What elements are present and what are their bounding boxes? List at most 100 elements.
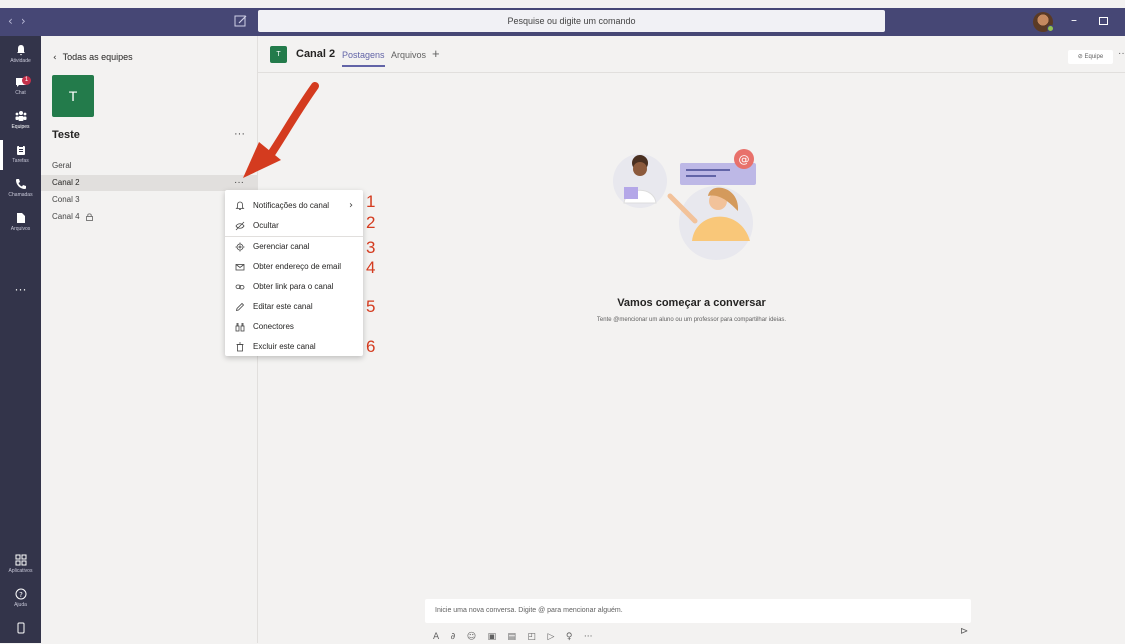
rail-item-device[interactable]: [0, 622, 41, 634]
forward-arrow-icon[interactable]: ›: [21, 14, 34, 28]
meet-icon[interactable]: ◰: [528, 632, 537, 642]
annotation-number: 4: [366, 258, 376, 277]
rail-item-chat[interactable]: 1 Chat: [0, 76, 41, 96]
svg-text:@: @: [739, 153, 750, 166]
menu-item-edit[interactable]: Editar este canal: [225, 297, 363, 317]
more-icon[interactable]: ···: [584, 632, 593, 642]
menu-label: Obter endereço de email: [253, 262, 342, 271]
compose-icon[interactable]: [234, 14, 248, 28]
rail-item-help[interactable]: ? Ajuda: [0, 588, 41, 608]
compose-toolbar: A ∂ ☺ ▣ ▤ ◰ ▷ ♀ ···: [433, 626, 600, 642]
annotation-number: 2: [366, 213, 376, 232]
menu-item-email[interactable]: Obter endereço de email: [225, 257, 363, 277]
trash-icon: [236, 342, 244, 352]
rail-label: Chat: [15, 90, 26, 96]
annotation-number: 1: [366, 192, 376, 211]
rail-item-teams[interactable]: Equipes: [0, 110, 41, 130]
minimize-button[interactable]: –: [1071, 13, 1077, 27]
bell-icon: [235, 201, 245, 210]
mail-icon: [235, 264, 245, 271]
menu-label: Notificações do canal: [253, 201, 330, 210]
rail-item-activity[interactable]: Atividade: [0, 44, 41, 64]
channel-avatar: T: [270, 46, 287, 63]
connectors-icon: [235, 323, 245, 332]
channel-label: Canal 4: [52, 212, 80, 221]
compose-placeholder: Inicie uma nova conversa. Digite @ para …: [435, 607, 623, 614]
annotation-number: 3: [366, 238, 376, 257]
channel-header: T Canal 2 Postagens Arquivos + ⊘ Equipe …: [258, 36, 1125, 73]
link-icon: [235, 284, 245, 290]
title-bar: ‹› Pesquise ou digite um comando –: [0, 8, 1125, 36]
menu-label: Ocultar: [253, 221, 279, 230]
chat-badge: 1: [22, 76, 31, 85]
team-button[interactable]: ⊘ Equipe: [1068, 50, 1113, 64]
menu-item-connectors[interactable]: Conectores: [225, 317, 363, 337]
annotation-arrow-icon: [243, 82, 319, 178]
gear-icon: [235, 242, 245, 252]
channel-title: Canal 2: [296, 48, 336, 60]
chevron-right-icon: ›: [349, 200, 353, 211]
more-apps-button[interactable]: ···: [0, 282, 41, 296]
menu-item-notifications[interactable]: Notificações do canal ›: [225, 196, 363, 216]
gif-icon[interactable]: ▣: [488, 632, 497, 642]
search-placeholder: Pesquise ou digite um comando: [507, 16, 636, 26]
hide-icon: [235, 221, 245, 231]
header-more-button[interactable]: ···: [1118, 48, 1125, 59]
stream-icon[interactable]: ▷: [547, 632, 554, 642]
presence-status-icon: [1047, 25, 1054, 32]
welcome-title: Vamos começar a conversar: [617, 297, 766, 309]
rail-item-files[interactable]: Arquivos: [0, 212, 41, 232]
menu-label: Editar este canal: [253, 302, 313, 311]
back-to-teams-link[interactable]: ‹ Todas as equipes: [53, 52, 133, 63]
history-nav: ‹›: [8, 14, 34, 28]
channel-item-canal-2[interactable]: Canal 2 ···: [41, 175, 258, 191]
lock-icon: [85, 213, 93, 221]
svg-text:?: ?: [19, 591, 23, 599]
praise-icon[interactable]: ♀: [566, 632, 573, 642]
channel-label: Conal 3: [52, 195, 80, 204]
teams-window: ‹› Pesquise ou digite um comando – Ativi…: [0, 0, 1125, 643]
rail-item-assignments[interactable]: Tarefas: [0, 144, 41, 164]
apps-icon: [15, 554, 26, 566]
maximize-button[interactable]: [1099, 17, 1108, 25]
tab-arquivos[interactable]: Arquivos: [391, 50, 426, 60]
new-conversation-input[interactable]: Inicie uma nova conversa. Digite @ para …: [425, 599, 971, 623]
app-rail: Atividade 1 Chat Equipes Tarefas Chamada…: [0, 36, 41, 643]
channel-context-menu: Notificações do canal › Ocultar Gerencia…: [225, 190, 363, 356]
rail-label: Chamadas: [8, 192, 33, 198]
rail-item-apps[interactable]: Aplicativos: [0, 554, 41, 574]
rail-label: Aplicativos: [8, 568, 33, 574]
emoji-icon[interactable]: ☺: [467, 632, 476, 642]
welcome-illustration: @: [613, 149, 756, 260]
team-avatar: T: [52, 75, 94, 117]
chevron-left-icon: ‹: [53, 53, 57, 63]
teams-icon: [15, 111, 26, 121]
rail-label: Atividade: [10, 58, 31, 64]
menu-item-hide[interactable]: Ocultar: [225, 216, 363, 236]
welcome-subtitle: Tente @mencionar um aluno ou um professo…: [596, 317, 787, 323]
add-tab-button[interactable]: +: [432, 46, 440, 61]
menu-label: Excluir este canal: [253, 342, 316, 351]
search-input[interactable]: Pesquise ou digite um comando: [258, 10, 885, 32]
annotation-number: 6: [366, 337, 376, 356]
annotation-number: 5: [366, 297, 376, 316]
back-arrow-icon[interactable]: ‹: [8, 14, 21, 28]
menu-item-link[interactable]: Obter link para o canal: [225, 277, 363, 297]
menu-item-delete[interactable]: Excluir este canal: [225, 337, 363, 357]
menu-label: Obter link para o canal: [253, 282, 334, 291]
send-button[interactable]: ⊳: [960, 626, 968, 637]
bell-icon: [16, 45, 25, 56]
channel-label: Canal 2: [52, 178, 80, 187]
channel-item-geral[interactable]: Geral: [41, 158, 258, 174]
rail-label: Arquivos: [10, 226, 31, 232]
team-name[interactable]: Teste: [52, 129, 80, 141]
menu-label: Gerenciar canal: [253, 242, 310, 251]
rail-item-calls[interactable]: Chamadas: [0, 178, 41, 198]
pencil-icon: [235, 302, 245, 312]
menu-item-manage[interactable]: Gerenciar canal: [225, 237, 363, 257]
device-icon: [17, 622, 24, 634]
sticker-icon[interactable]: ▤: [508, 632, 517, 642]
tab-postagens[interactable]: Postagens: [342, 50, 385, 67]
format-icon[interactable]: A: [433, 632, 439, 642]
attach-icon[interactable]: ∂: [451, 632, 456, 642]
